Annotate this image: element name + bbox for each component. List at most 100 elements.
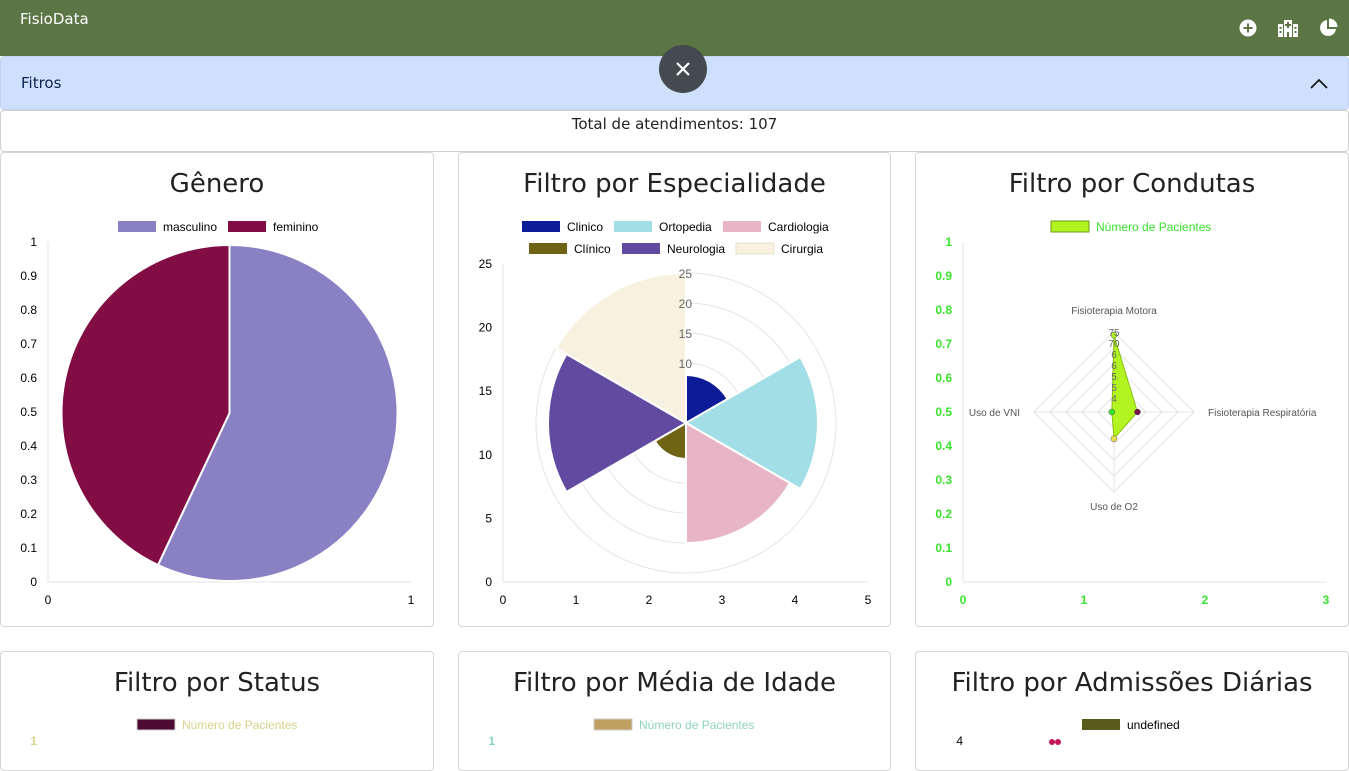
- chart-card-genero: Gênero masculino feminino 1 0.9 0.8 0.7 0.6 0.5…: [0, 152, 434, 627]
- gender-pie-chart: masculino feminino 1 0.9 0.8 0.7 0.6 0.5 0.4 0.3 0…: [20, 220, 415, 607]
- radar-axis-label: Uso de O2: [1090, 502, 1138, 513]
- radial-tick-label: 20: [679, 297, 693, 311]
- specialty-polar-chart: Clinico Ortopedia Cardiologia Clínico Neurol…: [479, 220, 872, 607]
- nav-icons: [1237, 17, 1339, 39]
- chart-card-status: Filtro por Status Número de Pacientes 1: [0, 651, 434, 771]
- legend-label: Clínico: [574, 242, 611, 256]
- radial-tick-label: 10: [679, 357, 693, 371]
- y-tick-label: 5: [485, 511, 492, 525]
- legend-swatch: [136, 718, 176, 731]
- plus-circle-icon[interactable]: [1237, 17, 1259, 39]
- x-tick-label: 1: [408, 593, 415, 607]
- y-tick-label: 0.3: [935, 473, 952, 487]
- legend-swatch: [723, 221, 761, 232]
- y-tick-label: 1: [30, 235, 37, 249]
- y-tick-label: 0.9: [20, 269, 37, 283]
- legend-swatch: [622, 243, 660, 254]
- age-chart: Número de Pacientes1: [488, 718, 754, 748]
- y-tick-label: 0.9: [935, 269, 952, 283]
- radar-axis-label: Fisioterapia Motora: [1071, 306, 1157, 317]
- y-tick-label: 0.7: [935, 337, 952, 351]
- radial-tick-label: 6: [1111, 350, 1117, 361]
- legend-label: Ortopedia: [659, 220, 712, 234]
- chevron-up-icon[interactable]: [1308, 73, 1330, 95]
- y-tick-label: 1: [945, 235, 952, 249]
- data-point: [1049, 739, 1055, 745]
- filters-label: Fitros: [21, 74, 62, 92]
- radial-tick-label: 75: [1108, 328, 1120, 339]
- y-tick-label: 0: [30, 575, 37, 589]
- legend-label: Clinico: [567, 220, 603, 234]
- legend-swatch: [735, 242, 775, 255]
- y-tick-label: 0.2: [935, 507, 952, 521]
- x-tick-label: 1: [1081, 593, 1088, 607]
- chart-card-media-idade: Filtro por Média de Idade Número de Paci…: [458, 651, 891, 771]
- x-tick-label: 3: [1323, 593, 1330, 607]
- chart-card-condutas: Filtro por Condutas Número de Pacientes 1…: [915, 152, 1349, 627]
- radial-tick-label: 25: [679, 267, 693, 281]
- y-tick-label: 15: [479, 384, 493, 398]
- y-tick-label: 0.4: [935, 439, 952, 453]
- conducts-radar-chart: Número de Pacientes 1 0.9 0.8 0.7 0.6 0.5 0.4 0.…: [935, 220, 1330, 607]
- y-tick-label: 0: [485, 575, 492, 589]
- x-tick-label: 0: [500, 593, 507, 607]
- admissions-chart: undefined4: [956, 718, 1180, 748]
- legend-label: Número de Pacientes: [639, 718, 754, 732]
- legend-swatch: [228, 221, 266, 232]
- legend-swatch: [522, 221, 560, 232]
- legend-label: Número de Pacientes: [182, 718, 297, 732]
- radial-tick-label: 4: [1111, 394, 1117, 405]
- y-tick-label: 0.5: [20, 405, 37, 419]
- legend-swatch: [593, 718, 633, 731]
- radial-tick-label: 5: [1111, 372, 1117, 383]
- y-tick-label: 0.7: [20, 337, 37, 351]
- radial-tick-label: 5: [1111, 383, 1117, 394]
- legend-label: undefined: [1127, 718, 1180, 732]
- y-tick-label: 0.1: [935, 541, 952, 555]
- radial-tick-label: 6: [1111, 361, 1117, 372]
- legend-swatch: [1082, 719, 1120, 730]
- chart-card-admissoes: Filtro por Admissões Diárias undefined 4: [915, 651, 1349, 771]
- legend-label: feminino: [273, 220, 319, 234]
- y-tick-label: 0.6: [935, 371, 952, 385]
- close-icon: [676, 62, 690, 76]
- pie-chart-icon[interactable]: [1317, 17, 1339, 39]
- legend-swatch: [614, 221, 652, 232]
- radial-tick-label: 70: [1108, 339, 1120, 350]
- x-tick-label: 2: [1202, 593, 1209, 607]
- radar-point: [1110, 435, 1118, 442]
- x-tick-label: 0: [960, 593, 967, 607]
- y-tick-label: 0.8: [20, 303, 37, 317]
- y-tick-label: 0.3: [20, 473, 37, 487]
- legend-label: Neurologia: [667, 242, 725, 256]
- legend-swatch: [118, 221, 156, 232]
- radar-point: [1134, 408, 1141, 416]
- x-tick-label: 4: [792, 593, 799, 607]
- y-tick-label: 0.1: [20, 541, 37, 555]
- legend-label: Cirurgia: [781, 242, 823, 256]
- y-tick-label: 0.2: [20, 507, 37, 521]
- chart-card-especialidade: Filtro por Especialidade Clinico Ortopedi…: [458, 152, 891, 627]
- y-tick-label: 20: [479, 321, 493, 335]
- legend-swatch: [1050, 220, 1090, 233]
- x-tick-label: 0: [45, 593, 52, 607]
- radial-tick-label: 15: [679, 327, 693, 341]
- y-tick-label: 0: [945, 575, 952, 589]
- total-attendances-text: Total de atendimentos: 107: [571, 115, 778, 133]
- legend-swatch: [529, 243, 567, 254]
- close-button[interactable]: [659, 45, 707, 93]
- hospital-icon[interactable]: [1277, 17, 1299, 39]
- x-tick-label: 2: [646, 593, 653, 607]
- status-chart: Número de Pacientes1: [30, 718, 297, 748]
- total-attendances-box: Total de atendimentos: 107: [0, 110, 1349, 152]
- x-tick-label: 5: [865, 593, 872, 607]
- y-tick-label: 0.4: [20, 439, 37, 453]
- radar-point: [1108, 408, 1116, 416]
- y-tick-label: 0.5: [935, 405, 952, 419]
- y-tick-label: 25: [479, 257, 493, 271]
- x-tick-label: 1: [573, 593, 580, 607]
- radar-axis-label: Uso de VNI: [969, 408, 1020, 419]
- app-brand[interactable]: FisioData: [20, 10, 89, 28]
- data-point: [1055, 739, 1061, 745]
- legend-label: Número de Pacientes: [1096, 220, 1211, 234]
